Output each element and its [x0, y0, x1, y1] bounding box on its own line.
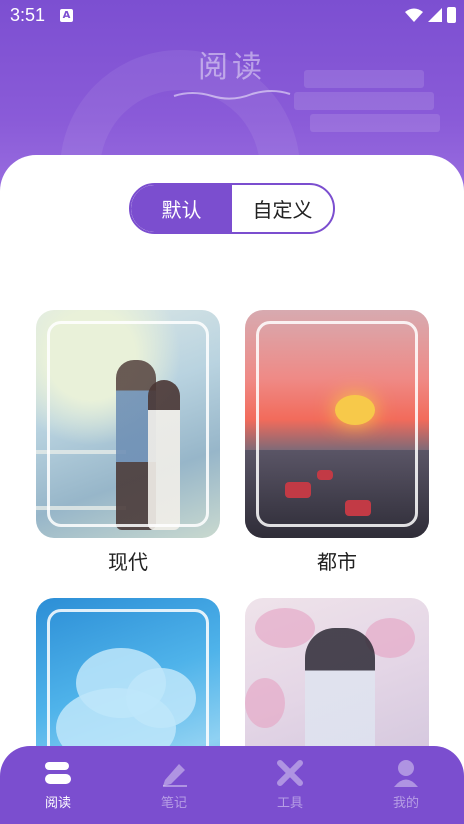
tools-icon — [277, 760, 303, 786]
battery-icon — [447, 7, 456, 23]
book-icon — [45, 762, 71, 784]
status-bar: 3:51 A — [0, 0, 464, 32]
status-time: 3:51 — [10, 5, 46, 25]
tab-read[interactable]: 阅读 — [0, 746, 116, 824]
tab-label: 笔记 — [160, 796, 187, 811]
page-title: 阅读 — [198, 50, 266, 85]
category-card-urban[interactable] — [245, 310, 429, 538]
card-frame — [256, 321, 418, 527]
title-wave-decoration — [173, 90, 291, 100]
tab-tools[interactable]: 工具 — [232, 746, 348, 824]
tab-label: 阅读 — [44, 796, 71, 811]
segment-custom[interactable]: 自定义 — [232, 185, 333, 232]
signal-icon — [428, 8, 442, 22]
card-frame — [47, 321, 209, 527]
user-icon — [394, 760, 418, 787]
tab-label: 我的 — [392, 796, 419, 811]
category-label-urban: 都市 — [317, 550, 357, 574]
tab-notes[interactable]: 笔记 — [116, 746, 232, 824]
pen-icon — [163, 764, 187, 787]
category-card-modern[interactable] — [36, 310, 220, 538]
wifi-icon — [405, 8, 423, 22]
mode-segmented-control: 默认 自定义 — [129, 183, 335, 234]
bottom-tab-bar: 阅读 笔记 工具 我的 — [0, 746, 464, 824]
segment-default[interactable]: 默认 — [131, 185, 232, 232]
tab-mine[interactable]: 我的 — [348, 746, 464, 824]
tab-label: 工具 — [276, 796, 303, 811]
category-label-modern: 现代 — [108, 550, 148, 574]
notification-icon: A — [60, 9, 73, 22]
